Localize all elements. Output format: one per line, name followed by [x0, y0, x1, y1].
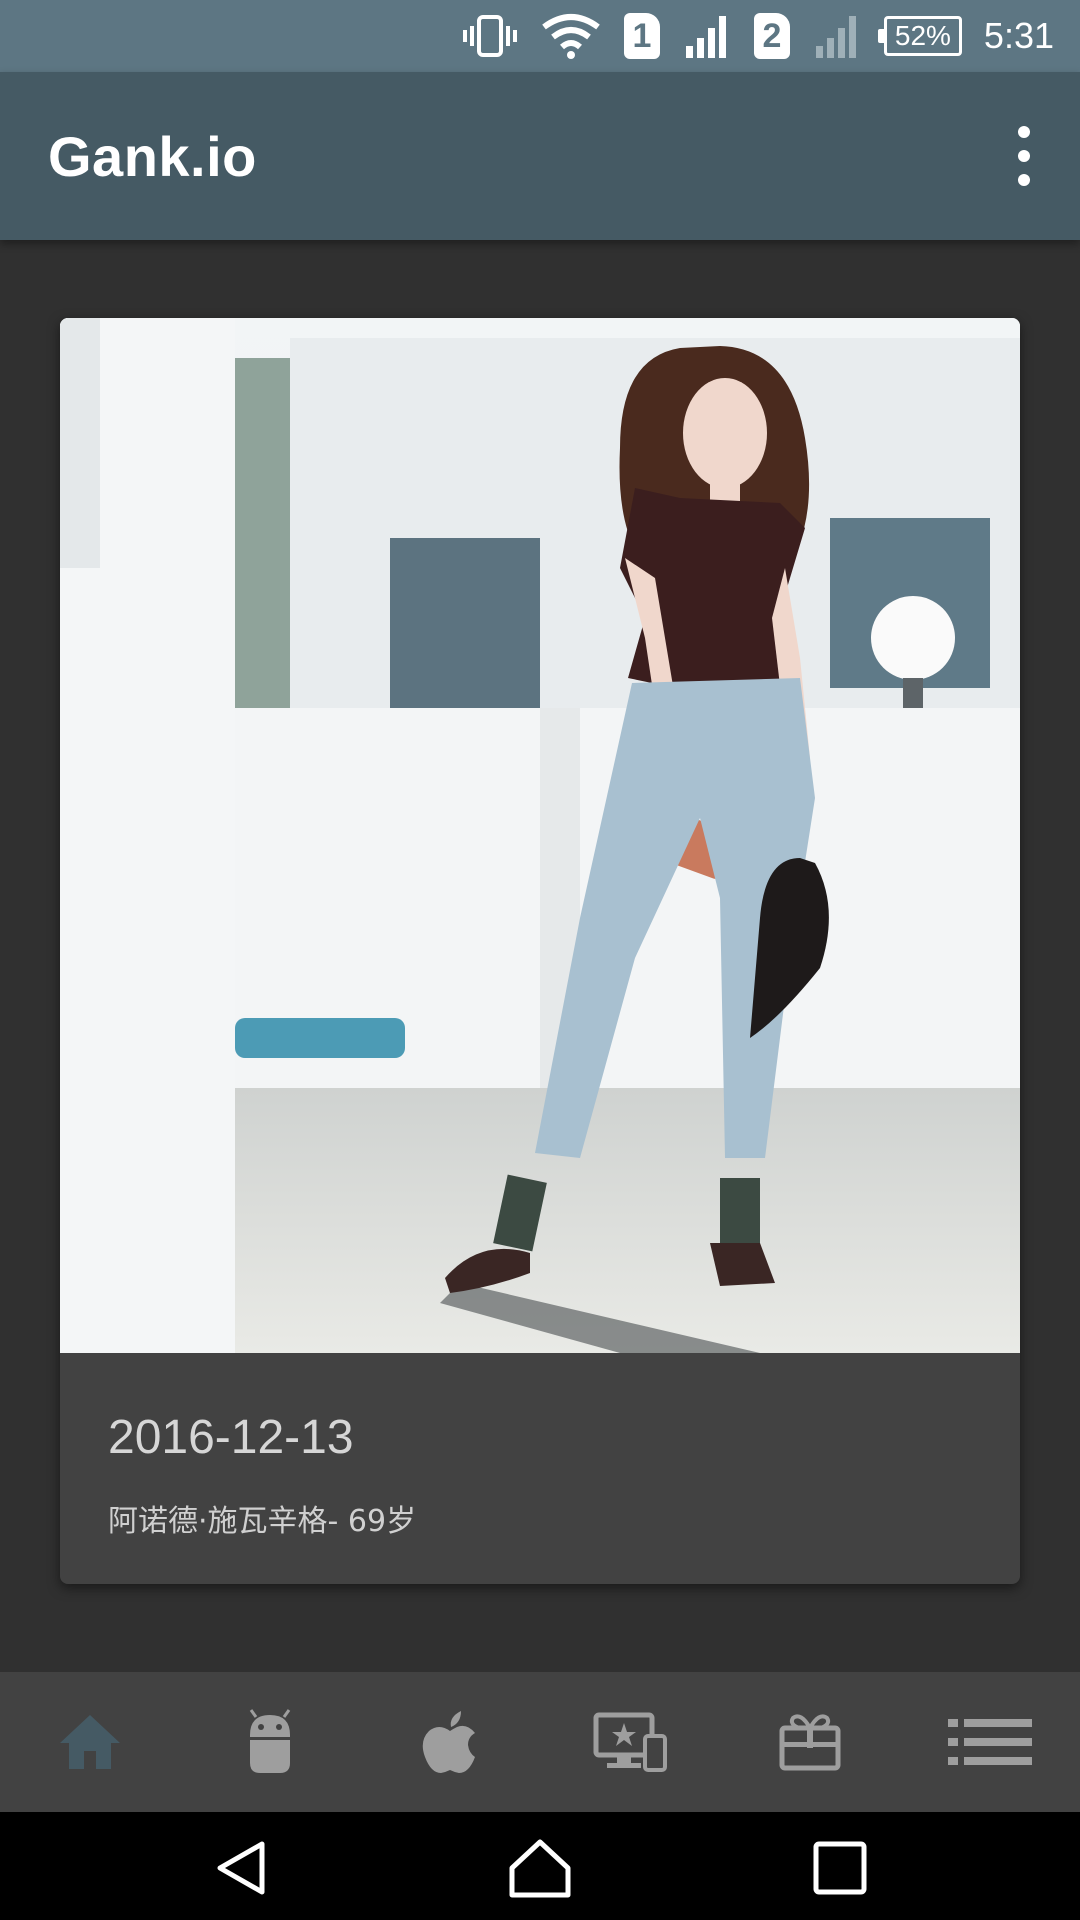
card-photo	[60, 318, 1020, 1353]
more-vert-icon[interactable]	[1006, 126, 1042, 186]
signal-icon	[684, 14, 730, 58]
nav-more[interactable]	[900, 1672, 1080, 1812]
app-toolbar: Gank.io	[0, 72, 1080, 240]
home-nav-icon[interactable]	[508, 1836, 572, 1900]
nav-home[interactable]	[0, 1672, 180, 1812]
wifi-icon	[542, 13, 600, 59]
sim1-badge: 1	[623, 13, 660, 59]
vibrate-icon	[462, 14, 518, 58]
back-icon[interactable]	[210, 1836, 274, 1900]
status-clock: 5:31	[983, 15, 1054, 56]
battery-icon: 52%	[877, 16, 962, 56]
signal-weak-icon	[814, 14, 860, 58]
android-icon	[249, 1709, 291, 1773]
card-date: 2016-12-13	[108, 1411, 354, 1464]
photo-card[interactable]: 2016-12-13 阿诺德·施瓦辛格- 69岁	[60, 318, 1020, 1584]
nav-frontend[interactable]	[540, 1672, 720, 1812]
desktop-star-icon	[593, 1712, 667, 1772]
list-icon	[948, 1719, 1032, 1765]
bottom-navigation	[0, 1672, 1080, 1812]
nav-resources[interactable]	[720, 1672, 900, 1812]
sim1-label: 1	[623, 13, 660, 59]
status-bar: 1 2 52% 5:31	[0, 0, 1080, 72]
battery-level: 52%	[877, 16, 962, 56]
gift-icon	[779, 1714, 841, 1771]
app-title: Gank.io	[48, 124, 257, 188]
apple-icon	[422, 1711, 475, 1773]
system-navigation-bar	[0, 1812, 1080, 1920]
nav-android[interactable]	[180, 1672, 360, 1812]
nav-ios[interactable]	[360, 1672, 540, 1812]
home-icon	[60, 1715, 120, 1769]
sim2-label: 2	[753, 13, 790, 59]
sim2-badge: 2	[753, 13, 790, 59]
card-description: 阿诺德·施瓦辛格- 69岁	[108, 1504, 417, 1539]
recents-icon[interactable]	[808, 1836, 872, 1900]
app-root: 1 2 52% 5:31 Gank.io 2016-12-13 阿诺德·施瓦辛格…	[0, 0, 1080, 1920]
